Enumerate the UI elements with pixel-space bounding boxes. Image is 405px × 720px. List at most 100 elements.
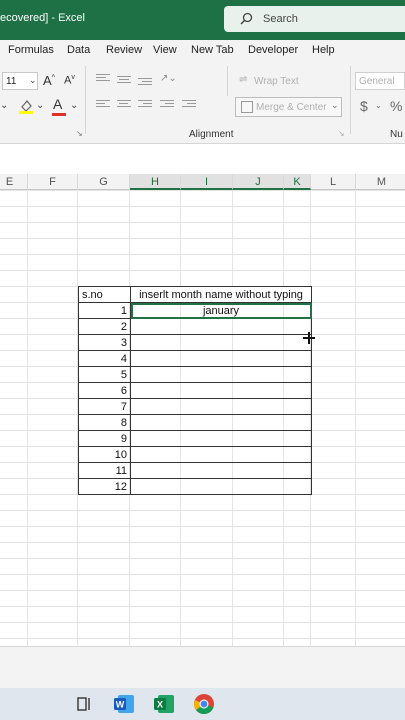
grid-line	[355, 190, 356, 646]
currency-button[interactable]: $	[360, 98, 368, 114]
task-view-icon[interactable]	[72, 692, 96, 716]
column-header-h[interactable]: H	[130, 174, 181, 190]
svg-text:X: X	[157, 700, 163, 710]
align-middle-icon[interactable]	[117, 76, 131, 87]
font-color-button[interactable]: A	[53, 96, 62, 112]
search-box[interactable]: Search	[224, 6, 405, 32]
column-header-g[interactable]: G	[78, 174, 130, 190]
column-header-m[interactable]: M	[356, 174, 405, 190]
sno-cell[interactable]: 3	[78, 334, 131, 351]
grow-font-label: A	[43, 73, 52, 88]
month-cell[interactable]	[130, 366, 312, 383]
ribbon-separator	[350, 66, 351, 134]
formula-area	[0, 144, 405, 174]
menu-developer[interactable]: Developer	[248, 44, 298, 56]
search-icon	[240, 12, 253, 25]
percent-button[interactable]: %	[390, 98, 402, 114]
table-row: 1 january	[78, 302, 312, 319]
table-row: 12	[78, 478, 312, 495]
merge-center-button[interactable]: Merge & Center ⌄	[235, 97, 342, 117]
column-header-k[interactable]: K	[284, 174, 311, 190]
taskbar: W X	[0, 688, 405, 720]
sno-cell[interactable]: 1	[78, 302, 131, 319]
dialog-launcher-icon[interactable]: ↘	[76, 129, 83, 138]
shrink-font-button[interactable]: Av	[64, 74, 75, 87]
column-header-i[interactable]: I	[181, 174, 233, 190]
chevron-down-icon[interactable]: ⌄	[0, 100, 8, 111]
increase-indent-icon[interactable]	[182, 100, 196, 111]
number-format-select[interactable]: General	[355, 72, 405, 90]
table-row: 4	[78, 350, 312, 367]
month-cell[interactable]	[130, 318, 312, 335]
number-format-value: General	[359, 76, 395, 87]
sno-cell[interactable]: 12	[78, 478, 131, 495]
table-row: 3	[78, 334, 312, 351]
wrap-text-button[interactable]: Wrap Text	[254, 76, 299, 87]
word-icon[interactable]: W	[112, 692, 136, 716]
chevron-down-icon: ⌄	[331, 100, 339, 110]
table-row: 7	[78, 398, 312, 415]
menu-formulas[interactable]: Formulas	[8, 44, 54, 56]
sno-cell[interactable]: 2	[78, 318, 131, 335]
menu-view[interactable]: View	[153, 44, 177, 56]
menu-review[interactable]: Review	[106, 44, 142, 56]
month-cell[interactable]	[130, 446, 312, 463]
table-row: 11	[78, 462, 312, 479]
month-cell[interactable]	[130, 414, 312, 431]
column-header-l[interactable]: L	[311, 174, 356, 190]
decrease-indent-icon[interactable]	[160, 100, 174, 111]
table-row: 8	[78, 414, 312, 431]
table-row: 2	[78, 318, 312, 335]
sno-cell[interactable]: 6	[78, 382, 131, 399]
align-bottom-icon[interactable]	[138, 78, 152, 89]
menu-new-tab[interactable]: New Tab	[191, 44, 234, 56]
column-header-e[interactable]: E	[0, 174, 28, 190]
month-cell[interactable]	[130, 350, 312, 367]
header-row: s.no inserlt month name without typing	[78, 286, 312, 303]
ribbon: 11 ⌄ A^ Av ⌄ ⌄ A ⌄ ↗⌄ ⇌ Wrap Text Merge …	[0, 62, 405, 144]
excel-icon[interactable]: X	[152, 692, 176, 716]
month-cell[interactable]	[130, 382, 312, 399]
chrome-icon[interactable]	[192, 692, 216, 716]
font-color-swatch	[52, 113, 66, 116]
sno-cell[interactable]: 8	[78, 414, 131, 431]
month-cell[interactable]	[130, 334, 312, 351]
month-cell[interactable]	[130, 462, 312, 479]
font-color-label: A	[53, 96, 63, 112]
sno-cell[interactable]: 10	[78, 446, 131, 463]
sno-cell[interactable]: 9	[78, 430, 131, 447]
align-right-icon[interactable]	[138, 100, 152, 111]
group-label-alignment: Alignment	[189, 129, 234, 140]
month-cell[interactable]	[130, 430, 312, 447]
chevron-down-icon: ⌄	[29, 75, 37, 85]
month-cell[interactable]	[130, 478, 312, 495]
column-header-f[interactable]: F	[28, 174, 78, 190]
chevron-down-icon[interactable]: ⌄	[375, 101, 382, 110]
menu-data[interactable]: Data	[67, 44, 90, 56]
dialog-launcher-icon[interactable]: ↘	[338, 129, 345, 138]
align-center-icon[interactable]	[117, 100, 131, 111]
menu-help[interactable]: Help	[312, 44, 335, 56]
sno-cell[interactable]: 4	[78, 350, 131, 367]
header-cell-month[interactable]: inserlt month name without typing	[130, 286, 312, 303]
merge-icon	[241, 101, 253, 113]
column-header-j[interactable]: J	[233, 174, 284, 190]
sno-cell[interactable]: 5	[78, 366, 131, 383]
orientation-icon[interactable]: ↗⌄	[160, 73, 177, 84]
svg-text:W: W	[116, 700, 125, 710]
sno-cell[interactable]: 7	[78, 398, 131, 415]
grow-font-button[interactable]: A^	[43, 73, 55, 88]
active-cell[interactable]: january	[130, 302, 312, 319]
chevron-down-icon[interactable]: ⌄	[36, 100, 44, 111]
sheet-tabs-bar	[0, 646, 405, 688]
font-size-select[interactable]: 11 ⌄	[2, 72, 38, 90]
month-cell[interactable]	[130, 398, 312, 415]
sno-cell[interactable]: 11	[78, 462, 131, 479]
table-row: 9	[78, 430, 312, 447]
fill-color-icon[interactable]	[18, 98, 34, 114]
header-cell-sno[interactable]: s.no	[78, 286, 131, 303]
title-bar: ecovered] - Excel Search	[0, 0, 405, 40]
align-left-icon[interactable]	[96, 100, 110, 111]
chevron-down-icon[interactable]: ⌄	[70, 100, 78, 111]
align-top-icon[interactable]	[96, 74, 110, 85]
